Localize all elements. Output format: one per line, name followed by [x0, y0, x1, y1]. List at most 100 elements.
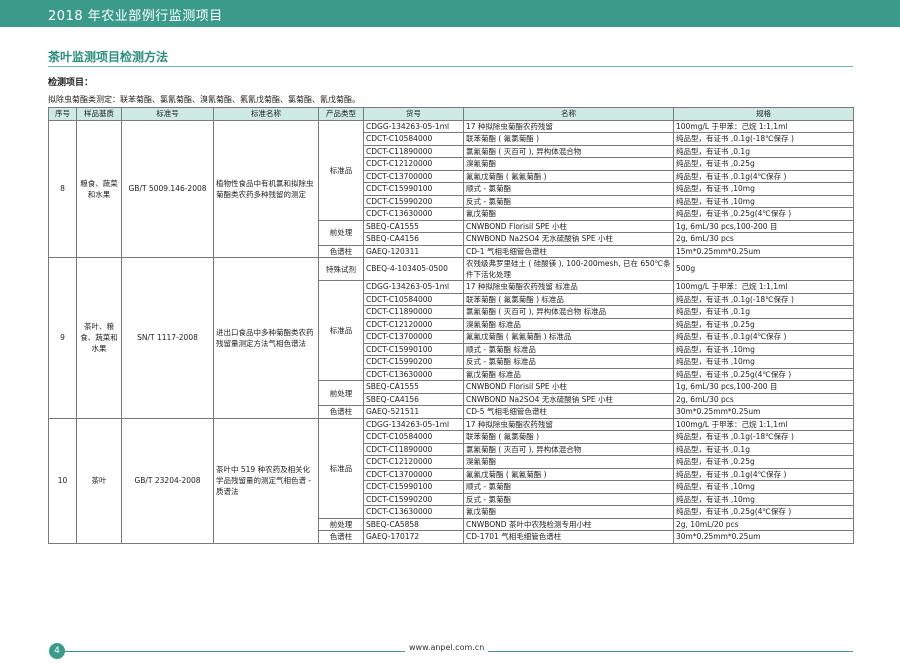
cell-item-number: CDCT-C12120000 [363, 157, 464, 171]
column-header: 产品类型 [318, 107, 364, 121]
column-header: 名称 [463, 107, 674, 121]
cell-product-type: 色谱柱 [318, 530, 364, 544]
cell-item-number: GAEQ-120311 [363, 244, 464, 258]
cell-spec: 1g, 6mL/30 pcs,100-200 目 [673, 219, 854, 233]
cell-spec: 100mg/L 于甲苯：己烷 1:1,1ml [673, 280, 854, 294]
cell-item-number: CDCT-C13700000 [363, 330, 464, 344]
cell-standard-number: GB/T 23204-2008 [121, 417, 214, 544]
cell-item-number: CDCT-C15990100 [363, 480, 464, 494]
footer-url: www.anpel.com.cn [405, 643, 489, 652]
cell-item-name: 17 种拟除虫菊酯农药残留 标准品 [463, 280, 674, 294]
cell-item-number: CDCT-C12120000 [363, 455, 464, 469]
cell-item-name: 顺式 - 氯菊酯 [463, 480, 674, 494]
cell-spec: 30m*0.25mm*0.25um [673, 530, 854, 544]
cell-product-type: 前处理 [318, 219, 364, 246]
cell-number: 9 [48, 257, 77, 419]
cell-spec: 纯品型，有证书 ,10mg [673, 492, 854, 506]
cell-spec: 2g, 10mL/20 pcs [673, 517, 854, 531]
cell-spec: 2g, 6mL/30 pcs [673, 232, 854, 246]
cell-spec: 纯品型，有证书 ,10mg [673, 194, 854, 208]
cell-item-number: CDCT-C10584000 [363, 132, 464, 146]
cell-item-number: CDGG-134263-05-1ml [363, 119, 464, 133]
cell-spec: 纯品型，有证书 ,0.25g [673, 455, 854, 469]
cell-spec: 纯品型，有证书 ,0.1g(-18℃保存 ) [673, 132, 854, 146]
cell-item-name: 氯氰菊酯 ( 灭百可 ), 异构体混合物 [463, 442, 674, 456]
table-row: 9 茶叶、粮食、蔬菜和水果 SN/T 1117-2008 进出口食品中多种菊酯类农药残… [48, 257, 854, 419]
cell-item-name: 联苯菊酯 ( 氟氯菊酯 ) [463, 430, 674, 444]
table-row: 10 茶叶 GB/T 23204-2008 茶叶中 519 种农药及相关化学品残留量的… [48, 417, 854, 544]
cell-standard-name: 植物性食品中有机氯和拟除虫菊酯类农药多种残留的测定 [213, 119, 319, 258]
cell-spec: 100mg/L 于甲苯：己烷 1:1,1ml [673, 119, 854, 133]
cell-spec: 纯品型，有证书 ,0.1g(4℃保存 ) [673, 467, 854, 481]
cell-item-name: 氟氰戊菊酯 ( 氟氰菊酯 ) [463, 467, 674, 481]
cell-item-number: CDCT-C10584000 [363, 430, 464, 444]
cell-spec: 1g, 6mL/30 pcs,100-200 目 [673, 380, 854, 394]
cell-item-name: 氟氰戊菊酯 ( 氟氰菊酯 ) [463, 169, 674, 183]
cell-item-number: CDCT-C13630000 [363, 207, 464, 221]
cell-product-type: 特殊试剂 [318, 257, 364, 281]
cell-spec: 纯品型，有证书 ,0.1g(4℃保存 ) [673, 169, 854, 183]
cell-item-name: 溴氰菊酯 [463, 455, 674, 469]
cell-item-number: CDCT-C12120000 [363, 317, 464, 331]
cell-item-number: CDCT-C15990200 [363, 492, 464, 506]
cell-item-name: 反式 - 氯菊酯 [463, 492, 674, 506]
cell-spec: 100mg/L 于甲苯：己烷 1:1,1ml [673, 417, 854, 431]
cell-standard-name: 茶叶中 519 种农药及相关化学品残留量的测定气相色谱 - 质谱法 [213, 417, 319, 544]
cell-product-type: 标准品 [318, 280, 364, 381]
table-row: 8 粮食、蔬菜和水果 GB/T 5009.146-2008 植物性食品中有机氯和拟除虫… [48, 119, 854, 258]
cell-item-name: 联苯菊酯 ( 氟氯菊酯 ) 标准品 [463, 292, 674, 306]
cell-product-type: 标准品 [318, 119, 364, 221]
cell-spec: 纯品型，有证书 ,0.1g(-18℃保存 ) [673, 292, 854, 306]
cell-item-name: CD-1 气相毛细管色谱柱 [463, 244, 674, 258]
cell-item-number: CDCT-C13630000 [363, 367, 464, 381]
cell-item-number: CDCT-C11890000 [363, 442, 464, 456]
cell-item-name: CNWBOND 茶叶中农残检测专用小柱 [463, 517, 674, 531]
cell-item-name: 反式 - 氯菊酯 标准品 [463, 355, 674, 369]
cell-number: 8 [48, 119, 77, 258]
cell-spec: 纯品型，有证书 ,0.1g [673, 144, 854, 158]
cell-item-name: 溴氰菊酯 [463, 157, 674, 171]
column-header: 规格 [673, 107, 854, 121]
column-header: 样品基质 [76, 107, 122, 121]
cell-item-name: CNWBOND Florisil SPE 小柱 [463, 219, 674, 233]
cell-spec: 纯品型，有证书 ,0.1g [673, 305, 854, 319]
section-divider [48, 66, 853, 67]
cell-item-name: 联苯菊酯 ( 氟氯菊酯 ) [463, 132, 674, 146]
cell-standard-number: SN/T 1117-2008 [121, 257, 214, 419]
cell-item-name: 顺式 - 氯菊酯 [463, 182, 674, 196]
cell-spec: 500g [673, 257, 854, 281]
cell-matrix: 茶叶 [76, 417, 122, 544]
cell-item-number: CDCT-C11890000 [363, 144, 464, 158]
cell-product-type: 色谱柱 [318, 405, 364, 419]
cell-item-number: CDGG-134263-05-1ml [363, 417, 464, 431]
cell-spec: 纯品型，有证书 ,10mg [673, 355, 854, 369]
cell-spec: 15m*0.25mm*0.25um [673, 244, 854, 258]
cell-item-name: CNWBOND Na2SO4 无水硫酸钠 SPE 小柱 [463, 232, 674, 246]
cell-item-number: CDCT-C13630000 [363, 505, 464, 519]
cell-item-number: SBEQ-CA4156 [363, 232, 464, 246]
cell-spec: 纯品型，有证书 ,0.25g(4℃保存 ) [673, 367, 854, 381]
cell-item-name: 氟氰戊菊酯 ( 氟氰菊酯 ) 标准品 [463, 330, 674, 344]
cell-item-number: CDCT-C10584000 [363, 292, 464, 306]
cell-matrix: 茶叶、粮食、蔬菜和水果 [76, 257, 122, 419]
cell-item-number: SBEQ-CA1555 [363, 219, 464, 233]
cell-spec: 纯品型，有证书 ,0.25g [673, 157, 854, 171]
cell-spec: 纯品型，有证书 ,0.1g(-18℃保存 ) [673, 430, 854, 444]
cell-item-number: SBEQ-CA1555 [363, 380, 464, 394]
cell-item-number: CBEQ-4-103405-0500 [363, 257, 464, 281]
cell-spec: 2g, 6mL/30 pcs [673, 392, 854, 406]
cell-item-name: 氰戊菊酯 标准品 [463, 367, 674, 381]
cell-standard-name: 进出口食品中多种菊酯类农药残留量测定方法气相色谱法 [213, 257, 319, 419]
cell-item-number: CDCT-C15990100 [363, 342, 464, 356]
cell-item-number: CDCT-C13700000 [363, 169, 464, 183]
intro-text: 拟除虫菊酯类测定：联苯菊酯、氯氰菊酯、溴氰菊酯、氟氰戊菊酯、氯菊酯、氰戊菊酯。 [48, 95, 360, 104]
cell-item-name: 溴氰菊酯 标准品 [463, 317, 674, 331]
cell-item-number: SBEQ-CA5858 [363, 517, 464, 531]
cell-number: 10 [48, 417, 77, 544]
table-header-row: 序号 样品基质 标准号 标准名称 产品类型 货号 名称 规格 [48, 107, 854, 121]
cell-spec: 纯品型，有证书 ,10mg [673, 342, 854, 356]
column-header: 标准号 [121, 107, 214, 121]
cell-spec: 纯品型，有证书 ,0.25g(4℃保存 ) [673, 207, 854, 221]
cell-product-type: 色谱柱 [318, 244, 364, 258]
cell-item-name: 17 种拟除虫菊酯农药残留 [463, 417, 674, 431]
